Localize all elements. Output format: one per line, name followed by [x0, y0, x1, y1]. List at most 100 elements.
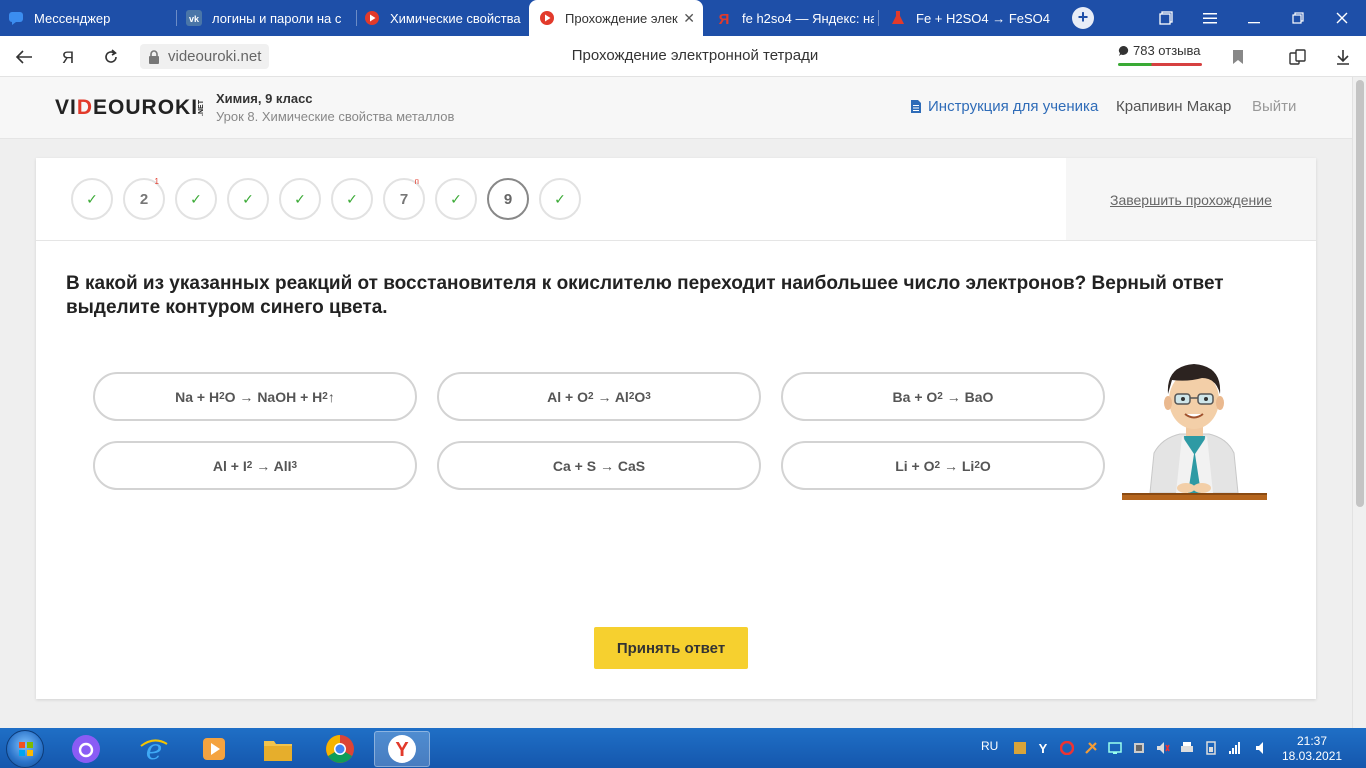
battery-tray-icon[interactable]	[1204, 741, 1218, 755]
url-text: videouroki.net	[168, 48, 262, 65]
step-6[interactable]: ✓	[331, 178, 373, 220]
opera-tray-icon[interactable]	[1060, 741, 1074, 755]
course-title: Химия, 9 класс	[216, 91, 313, 106]
question-text: В какой из указанных реакций от восстано…	[66, 273, 1224, 318]
step-2[interactable]: 21	[123, 177, 165, 220]
step-10[interactable]: ✓	[539, 178, 581, 220]
windows-logo-icon	[19, 742, 33, 756]
taskbar-yandex-browser[interactable]: Y	[374, 731, 430, 767]
logout-link[interactable]: Выйти	[1252, 98, 1296, 115]
restore-icon[interactable]	[1278, 0, 1318, 36]
yandex-browser-icon: Y	[388, 735, 416, 763]
answer-option-3[interactable]: Ba + O2 → BaO	[781, 372, 1105, 421]
reviews-badge[interactable]: 783 отзыва	[1118, 43, 1202, 66]
menu-icon[interactable]	[1190, 0, 1230, 36]
svg-text:Я: Я	[719, 11, 730, 26]
url-field[interactable]: videouroki.net	[140, 44, 270, 69]
finish-area: Завершить прохождение	[1066, 158, 1316, 241]
answer-option-5[interactable]: Ca + S → CaS	[437, 441, 761, 490]
taskbar-ie[interactable]: e	[126, 731, 182, 767]
reload-button[interactable]	[98, 44, 124, 70]
finish-link[interactable]: Завершить прохождение	[1110, 192, 1272, 208]
formula-text: O	[979, 457, 991, 474]
tab-yandex-search[interactable]: Я fe h2so4 — Яндекс: на	[716, 0, 874, 36]
formula-subscript: 3	[645, 391, 651, 402]
formula-text: Al + O	[547, 388, 588, 405]
check-icon: ✓	[554, 190, 566, 207]
taskbar-chrome[interactable]	[312, 731, 368, 767]
step-7[interactable]: 7п	[383, 177, 425, 220]
check-icon: ✓	[294, 190, 306, 207]
tools-tray-icon[interactable]	[1084, 741, 1098, 755]
bookmark-icon[interactable]	[1225, 44, 1251, 70]
taskbar-alice[interactable]	[58, 731, 114, 767]
check-icon: ✓	[450, 190, 462, 207]
step-9[interactable]: 9	[487, 178, 529, 220]
answer-option-6[interactable]: Li + O2 → Li 2 O	[781, 441, 1105, 490]
tab-messenger[interactable]: Мессенджер	[8, 0, 176, 36]
close-window-icon[interactable]	[1322, 0, 1362, 36]
yandex-home-icon[interactable]: Я	[55, 44, 81, 70]
system-clock[interactable]: 21:37 18.03.2021	[1282, 734, 1342, 764]
tab-label: Прохождение элек	[565, 10, 678, 26]
step-4[interactable]: ✓	[227, 178, 269, 220]
answer-option-1[interactable]: Na + H2O → NaOH + H 2 ↑	[93, 372, 417, 421]
tab-label: Мессенджер	[34, 10, 111, 26]
step-5[interactable]: ✓	[279, 178, 321, 220]
page-scrollbar[interactable]	[1352, 77, 1366, 728]
taskbar-media-player[interactable]	[186, 731, 242, 767]
submit-answer-button[interactable]: Принять ответ	[594, 627, 748, 669]
signal-tray-icon[interactable]	[1228, 741, 1242, 755]
step-number: 7	[399, 190, 409, 208]
download-icon[interactable]	[1330, 44, 1356, 70]
formula-text: → Li	[940, 457, 975, 474]
tabs-overview-icon[interactable]	[1146, 0, 1186, 36]
collections-icon[interactable]	[1285, 44, 1311, 70]
speaker-tray-icon[interactable]	[1254, 741, 1268, 755]
formula-text: → BaO	[942, 388, 994, 405]
internet-explorer-icon: e	[140, 734, 168, 764]
tab-vk[interactable]: vk логины и пароли на с	[186, 0, 354, 36]
teacher-illustration	[1122, 358, 1267, 503]
windows-taskbar: e Y RU Y 21:37 18.03.2021	[0, 728, 1366, 768]
new-tab-button[interactable]: +	[1072, 7, 1094, 29]
volume-tray-icon[interactable]	[1156, 741, 1170, 755]
step-badge: п	[414, 177, 419, 186]
step-1[interactable]: ✓	[71, 178, 113, 220]
browser-tab-strip: Мессенджер vk логины и пароли на с Химич…	[0, 0, 1366, 36]
flask-icon	[890, 10, 906, 26]
answer-option-4[interactable]: Al + I2 → AlI 3	[93, 441, 417, 490]
printer-tray-icon[interactable]	[1180, 741, 1194, 755]
formula-text: O	[634, 388, 646, 405]
tab-active-notebook[interactable]: Прохождение элек ✕	[529, 0, 703, 36]
scroll-thumb[interactable]	[1356, 80, 1364, 507]
step-number: 9	[503, 190, 513, 208]
tab-reaction[interactable]: Fe + H2SO4 → FeSO4	[890, 0, 1060, 36]
videouroki-logo[interactable]: VIDEOUROKI.NET	[55, 96, 205, 120]
instruction-label: Инструкция для ученика	[928, 98, 1099, 115]
minimize-icon[interactable]	[1234, 0, 1274, 36]
cube-tray-icon[interactable]	[1013, 741, 1027, 755]
tab-label: fe h2so4 — Яндекс: на	[742, 10, 874, 26]
user-name[interactable]: Крапивин Макар	[1116, 98, 1231, 115]
close-tab-icon[interactable]: ✕	[683, 10, 695, 27]
start-button[interactable]	[6, 730, 44, 768]
yandex-tray-icon[interactable]: Y	[1036, 741, 1050, 755]
network-adapter-tray-icon[interactable]	[1132, 741, 1146, 755]
formula-text: Na + H	[175, 388, 220, 405]
instruction-link[interactable]: Инструкция для ученика	[910, 98, 1098, 115]
tab-chemistry[interactable]: Химические свойства	[364, 0, 524, 36]
keyboard-language[interactable]: RU	[981, 739, 998, 753]
taskbar-explorer[interactable]	[250, 731, 306, 767]
formula-text: Al + I	[212, 457, 247, 474]
tab-label: логины и пароли на с	[212, 10, 342, 26]
back-button[interactable]	[11, 44, 37, 70]
step-3[interactable]: ✓	[175, 178, 217, 220]
clock-time: 21:37	[1296, 734, 1328, 748]
document-icon	[911, 100, 921, 113]
answer-option-2[interactable]: Al + O2 → Al 2 O 3	[437, 372, 761, 421]
step-8[interactable]: ✓	[435, 178, 477, 220]
svg-text:Я: Я	[62, 48, 74, 66]
lock-icon	[149, 49, 159, 64]
display-tray-icon[interactable]	[1108, 741, 1122, 755]
